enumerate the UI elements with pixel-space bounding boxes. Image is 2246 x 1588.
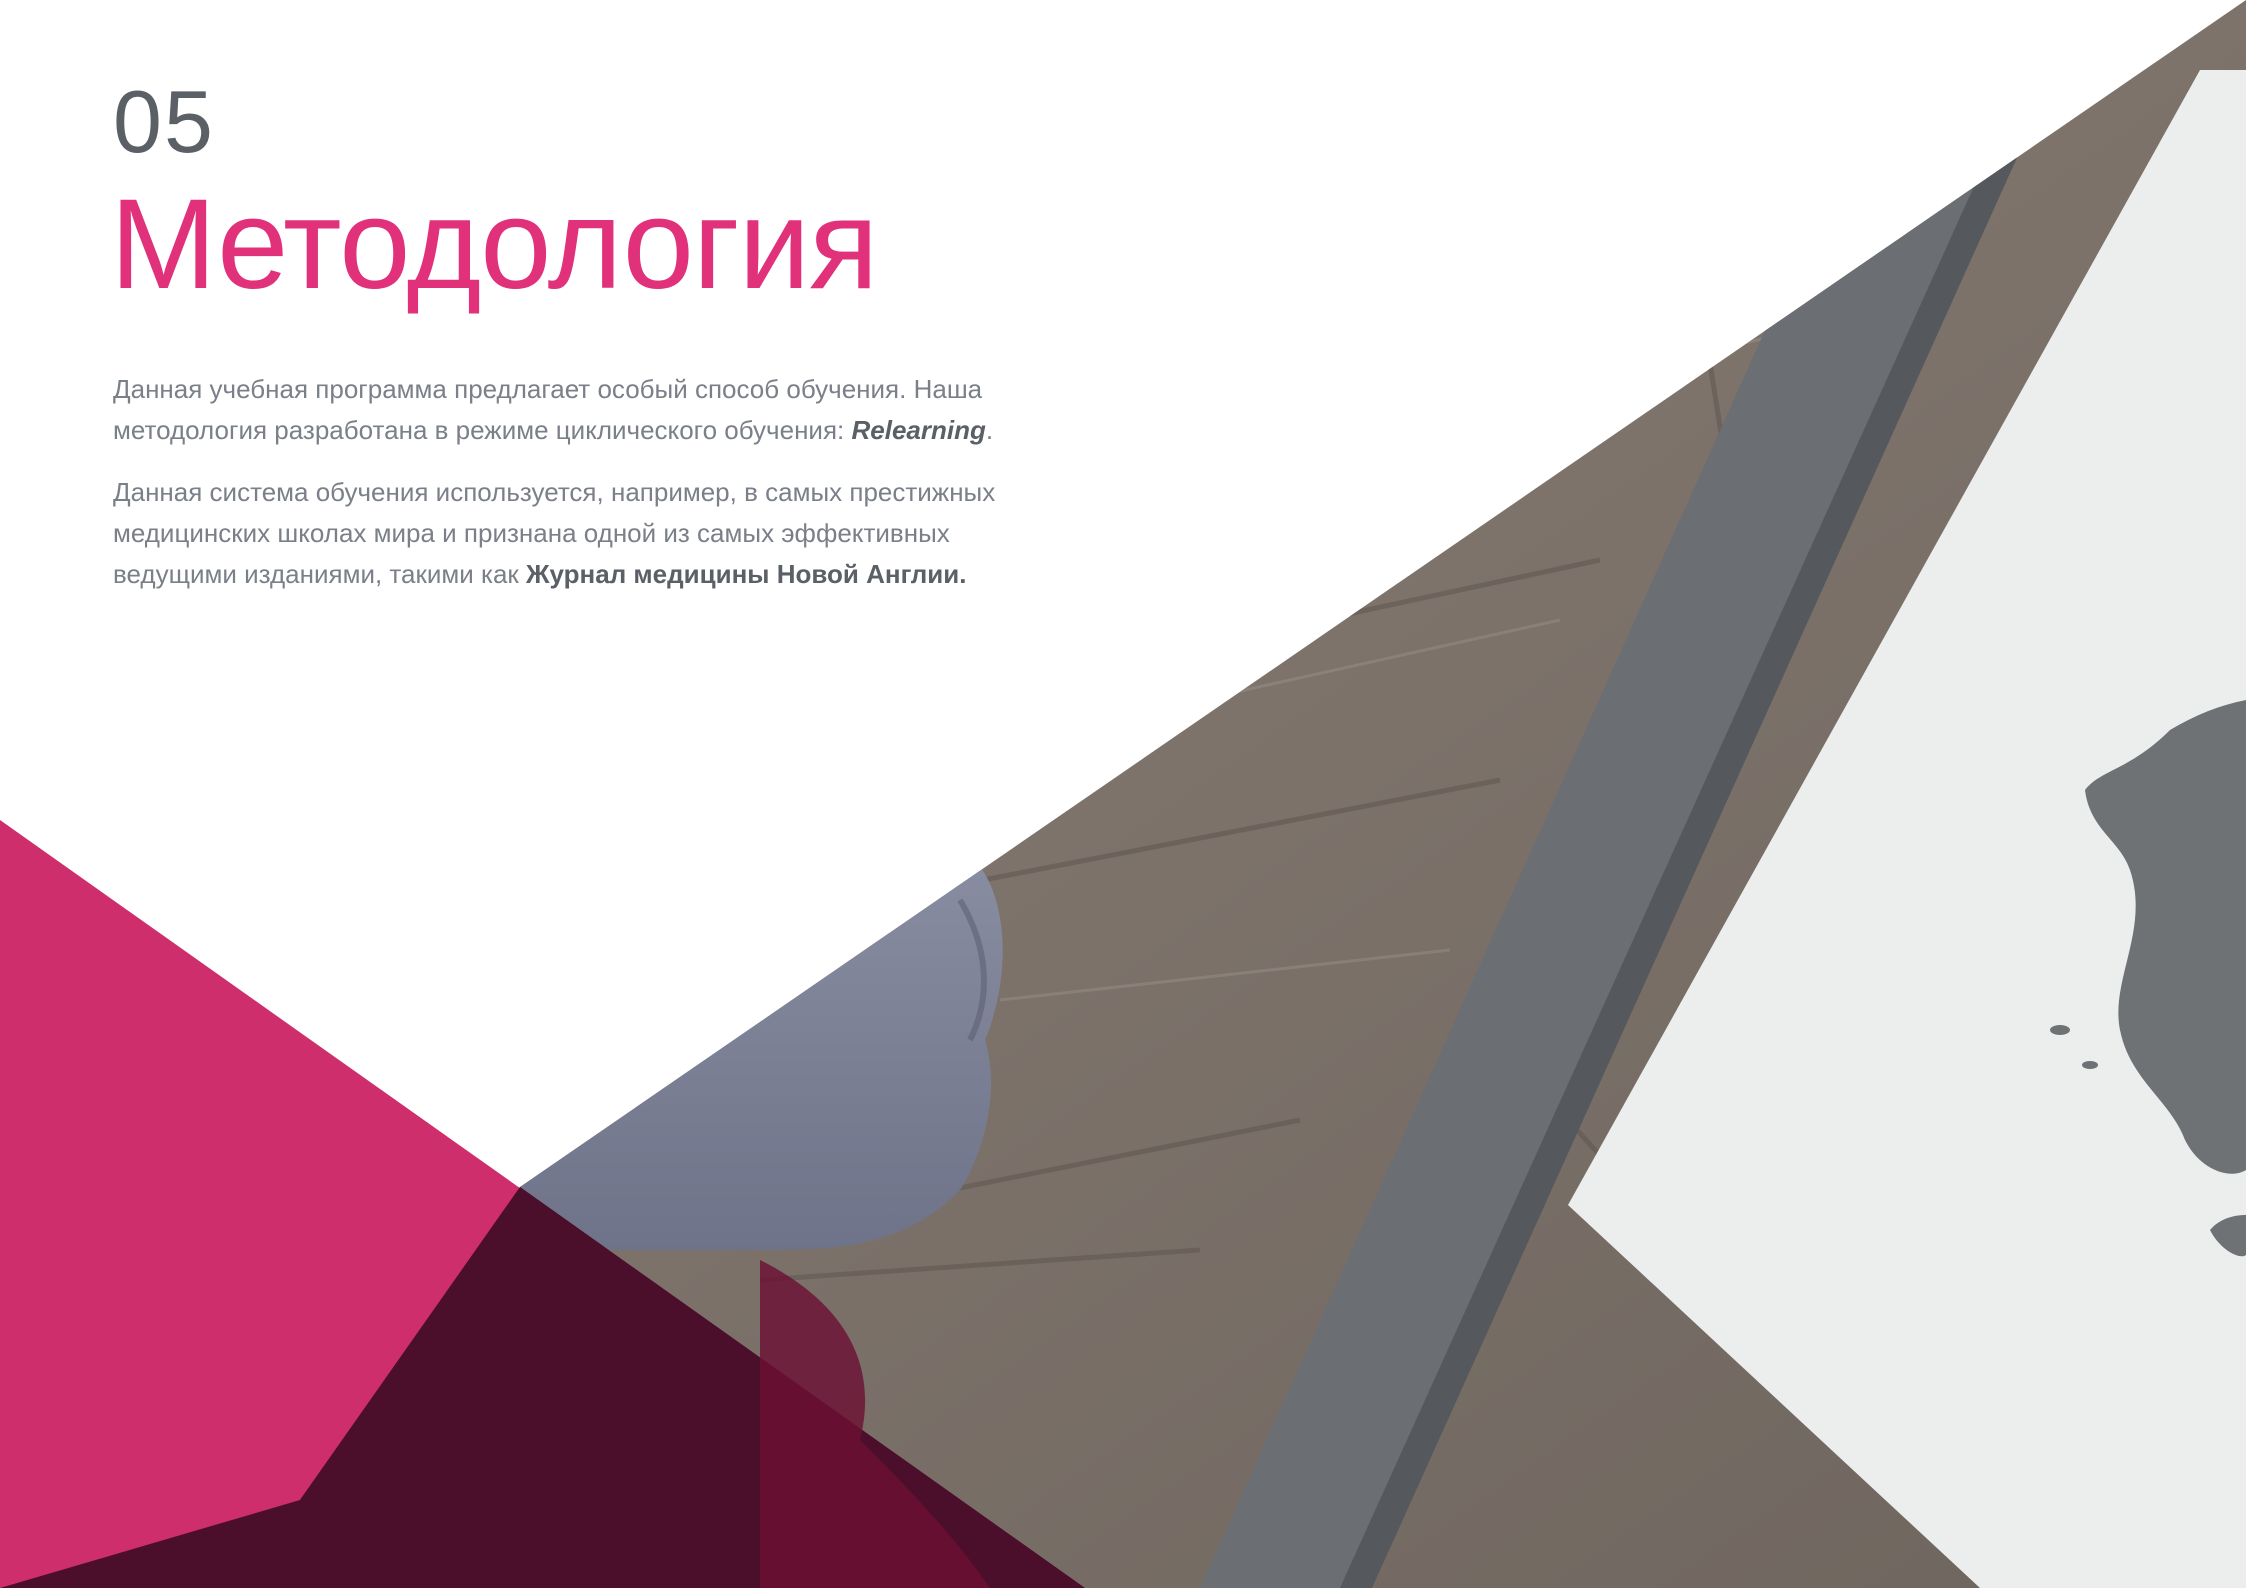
section-number: 05 [113, 72, 215, 171]
section-title: Методология [110, 173, 878, 316]
intro-paragraph-2: Данная система обучения используется, на… [113, 472, 1013, 595]
journal-name: Журнал медицины Новой Англии. [526, 559, 967, 589]
intro-paragraph-1-end: . [985, 415, 994, 445]
intro-paragraph-1: Данная учебная программа предлагает особ… [113, 369, 1013, 451]
relearning-emphasis: Relearning [851, 415, 986, 445]
brochure-page: 05 Методология Данная учебная программа … [0, 0, 2246, 1588]
